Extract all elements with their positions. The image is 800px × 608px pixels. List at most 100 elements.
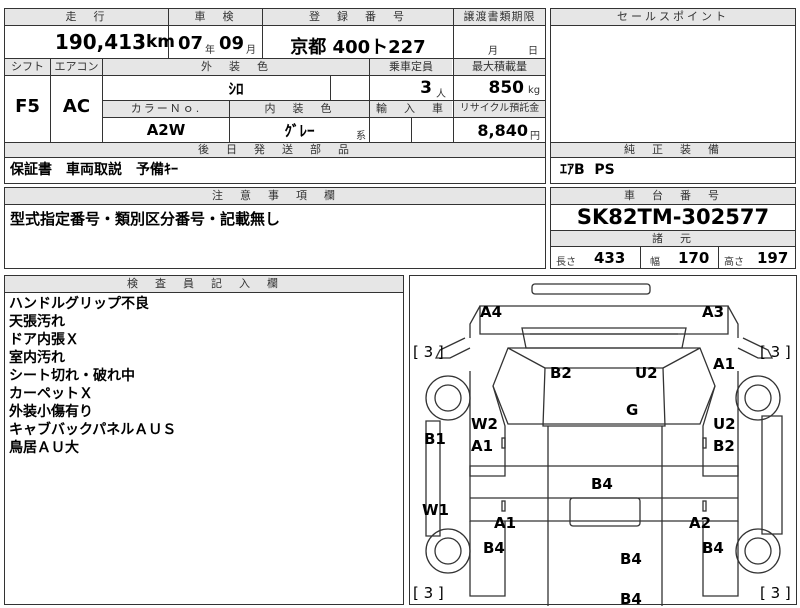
transfer-month-unit: 月 xyxy=(488,46,498,57)
inspector-line: 外装小傷有り xyxy=(9,404,93,420)
width-label: 幅 xyxy=(650,257,660,268)
recycle-value: 8,840 xyxy=(477,121,528,140)
color-no-value: A2W xyxy=(146,121,186,139)
slot-right-lower xyxy=(702,500,707,512)
header-capacity: 乗車定員 xyxy=(370,59,452,75)
shift-value: F5 xyxy=(15,96,40,117)
inspector-line: 室内汚れ xyxy=(9,350,65,366)
header-mileage: 走 行 xyxy=(5,9,168,25)
damage-mark-b4-rear: B4 xyxy=(620,550,642,568)
front-step xyxy=(469,305,739,338)
rear-step-right xyxy=(702,521,739,597)
damage-mark-b4-center: B4 xyxy=(591,475,613,493)
inspector-line: 鳥居ＡＵ大 xyxy=(9,440,79,456)
height-label: 高さ xyxy=(724,257,744,268)
header-max-load: 最大積載量 xyxy=(454,59,545,75)
damage-mark-b1: B1 xyxy=(424,430,446,448)
damage-mark-a2: A2 xyxy=(689,514,712,532)
height-value: 197 xyxy=(757,249,789,267)
inspector-line: キャブバックパネルＡＵＳ xyxy=(9,422,177,438)
damage-mark-a1-inner: A1 xyxy=(471,437,494,455)
front-outline xyxy=(479,305,729,335)
slot-left-lower xyxy=(501,500,506,512)
transfer-day-unit: 日 xyxy=(528,46,538,57)
header-shift: シフト xyxy=(5,59,50,75)
damage-mark-u2-right: U2 xyxy=(713,415,736,433)
parts-value: 保証書 車両取説 予備ｷｰ xyxy=(10,162,178,178)
interior-color-value: ｸﾞﾚｰ xyxy=(284,122,315,140)
header-notes: 注 意 事 項 欄 xyxy=(5,188,545,204)
tire-front-left-inner xyxy=(434,384,462,412)
front-bumper-top xyxy=(531,283,651,295)
car-diagram-box: A4 A3 A1 B2 U2 G W2 A1 U2 B2 B1 B4 W1 A1… xyxy=(409,275,797,608)
tire-front-left-outer xyxy=(425,375,471,421)
tire-depth-rear-right: [ 3 ] xyxy=(760,584,791,602)
mileage-number: 190,413 xyxy=(54,30,146,54)
cab-line-right xyxy=(662,347,701,369)
tire-rear-right-outer xyxy=(735,528,781,574)
inspector-line: ハンドルグリップ不良 xyxy=(9,296,149,312)
inspector-line: カーペットＸ xyxy=(9,386,93,402)
header-interior-color: 内 装 色 xyxy=(230,101,369,117)
header-recycle: リサイクル預託金 xyxy=(454,101,545,117)
tire-front-right-inner xyxy=(744,384,772,412)
header-registration: 登 録 番 号 xyxy=(263,9,453,25)
header-equipment: 純 正 装 備 xyxy=(551,143,795,157)
inspection-month-unit: 月 xyxy=(246,45,256,56)
damage-mark-a1-right: A1 xyxy=(713,355,736,373)
header-sales-point: セールスポイント xyxy=(551,9,795,25)
inspection-month: 09 xyxy=(219,33,245,54)
header-color-no: カラーＮｏ. xyxy=(103,101,229,117)
tire-front-right-outer xyxy=(735,375,781,421)
inspector-line: ドア内張Ｘ xyxy=(9,332,79,348)
damage-mark-w1: W1 xyxy=(422,501,449,519)
inspector-lines: ハンドルグリップ不良 天張汚れ ドア内張Ｘ 室内汚れ シート切れ・破れ中 カーペ… xyxy=(9,295,176,457)
mileage-value: 190,413 xyxy=(6,30,146,54)
damage-mark-a1-low: A1 xyxy=(494,514,517,532)
chassis-number: SK82TM-302577 xyxy=(576,205,770,229)
inspection-year: 07 xyxy=(178,33,204,54)
capacity-value: 3 xyxy=(420,78,432,98)
recycle-unit: 円 xyxy=(530,131,540,142)
damage-mark-g: G xyxy=(626,401,639,419)
header-exterior-color: 外 装 色 xyxy=(103,59,369,75)
notes-value: 型式指定番号・類別区分番号・記載無し xyxy=(10,210,281,228)
tire-depth-front-left: [ 3 ] xyxy=(413,343,444,361)
damage-mark-b4-bottom: B4 xyxy=(620,590,642,608)
aircon-value: AC xyxy=(62,96,91,117)
header-dimensions: 諸 元 xyxy=(551,231,795,246)
max-load-unit: kg xyxy=(528,85,541,96)
rear-step-left xyxy=(469,521,506,597)
length-value: 433 xyxy=(594,249,626,267)
length-label: 長さ xyxy=(556,257,576,268)
side-strip-right xyxy=(761,415,783,535)
inspector-line: 天張汚れ xyxy=(9,314,65,330)
tire-depth-front-right: [ 3 ] xyxy=(760,343,791,361)
bed-hatch xyxy=(569,497,641,527)
exterior-color-value: ｼﾛ xyxy=(228,80,244,98)
tire-rear-left-outer xyxy=(425,528,471,574)
cab-outline xyxy=(492,347,716,425)
header-aircon: エアコン xyxy=(51,59,102,75)
damage-mark-u2-top: U2 xyxy=(635,364,658,382)
capacity-unit: 人 xyxy=(436,89,446,100)
equipment-value: ｴｱB PS xyxy=(560,162,615,178)
interior-color-suffix: 系 xyxy=(356,131,366,142)
header-transfer-deadline: 譲渡書類期限 xyxy=(454,9,545,25)
damage-mark-a3: A3 xyxy=(702,303,725,321)
header-chassis: 車 台 番 号 xyxy=(551,188,795,204)
mileage-unit: km xyxy=(146,32,176,52)
plate-number: 京都 400ト227 xyxy=(290,37,426,58)
damage-mark-a4: A4 xyxy=(480,303,503,321)
header-import: 輸 入 車 xyxy=(370,101,452,117)
max-load-value: 850 xyxy=(488,78,525,98)
tire-rear-right-inner xyxy=(744,537,772,565)
damage-mark-b2-right: B2 xyxy=(713,437,735,455)
header-inspector: 検 査 員 記 入 欄 xyxy=(5,276,403,292)
cab-line-left xyxy=(507,347,546,369)
damage-mark-b4-right: B4 xyxy=(702,539,724,557)
damage-mark-b4-left: B4 xyxy=(483,539,505,557)
header-inspection: 車 検 xyxy=(169,9,262,25)
car-diagram xyxy=(425,283,783,606)
slot-right-upper xyxy=(702,437,707,449)
